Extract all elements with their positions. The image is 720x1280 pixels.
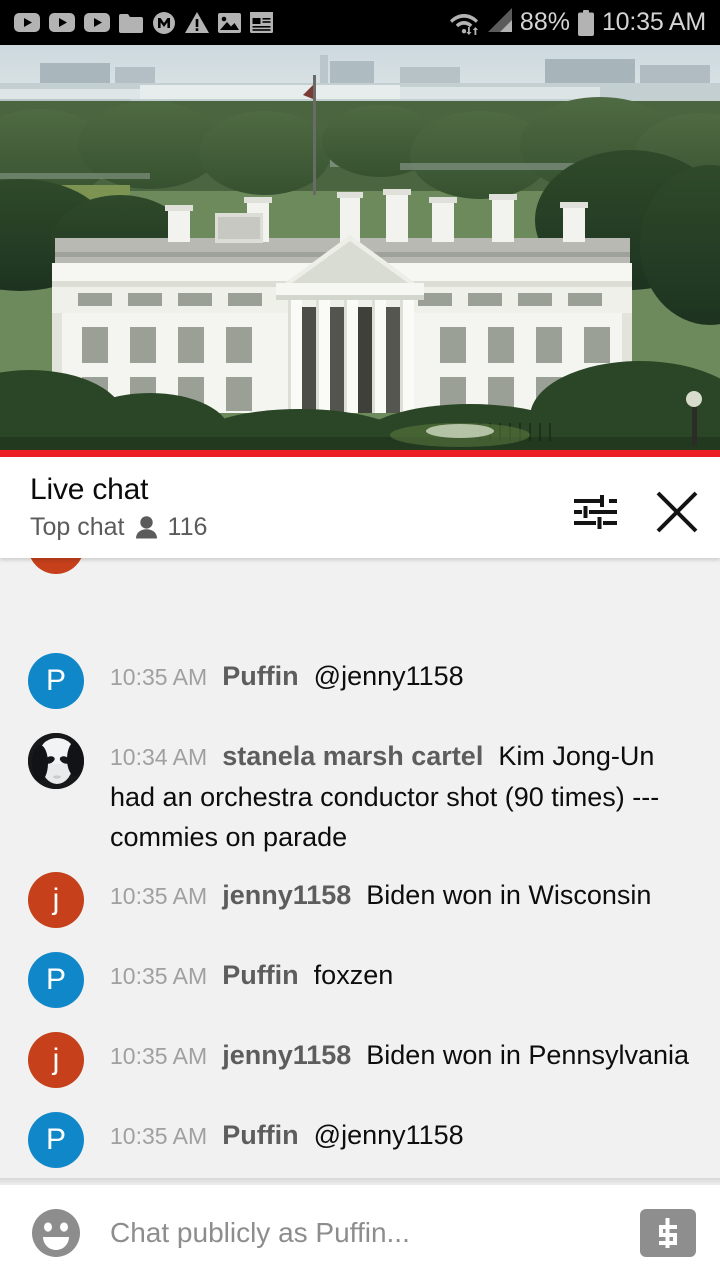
status-bar: 88% 10:35 AM [0,0,720,45]
live-chat-titles: Live chat Top chat 116 [30,471,572,542]
avatar[interactable]: P [28,952,84,1008]
list-item[interactable]: P 10:35 AM Puffin @jenny1158 [0,1097,720,1177]
wifi-transfer-icon [449,10,480,35]
avatar[interactable]: P [28,653,84,709]
emoji-smiley-icon[interactable] [28,1205,84,1261]
tune-icon[interactable] [572,492,618,532]
message-timestamp: 10:35 AM [110,1043,208,1069]
avatar[interactable]: j [28,872,84,928]
chat-mode-row[interactable]: Top chat 116 [30,512,572,542]
message-username[interactable]: Puffin [222,960,298,990]
chat-message-list[interactable]: P 10:35 AM Puffin @jenny1158 10:34 AM st… [0,558,720,1185]
youtube-play-icon [14,13,40,32]
dollar-sign-icon[interactable] [640,1209,696,1257]
message-body: 10:35 AM Puffin foxzen [84,951,702,996]
message-username[interactable]: stanela marsh cartel [222,741,483,771]
m-circle-icon [152,11,176,35]
avatar[interactable]: j [28,1032,84,1088]
folder-icon [119,13,143,33]
status-bar-notification-icons [14,11,273,35]
message-username[interactable]: Puffin [222,1120,298,1150]
clock-label: 10:35 AM [601,8,706,36]
status-bar-system-icons: 88% 10:35 AM [449,8,706,37]
chat-input-bar [0,1186,720,1280]
cell-signal-icon [487,8,512,37]
white-house-scene [0,45,720,450]
message-body: 10:35 AM jenny1158 Biden won in Pennsylvan… [84,1031,702,1076]
list-item[interactable]: P 10:35 AM Puffin @jenny1158 [0,638,720,718]
message-timestamp: 10:35 AM [110,1123,208,1149]
person-icon [135,515,157,539]
message-timestamp: 10:35 AM [110,883,208,909]
image-icon [218,12,241,33]
message-timestamp: 10:35 AM [110,963,208,989]
list-item[interactable]: P 10:35 AM Puffin foxzen [0,937,720,1017]
message-body: 10:35 AM Puffin @jenny1158 [84,652,702,697]
list-item[interactable]: j 10:35 AM jenny1158 Biden won in Pennsylv… [0,1017,720,1097]
battery-icon [577,9,594,36]
list-item[interactable]: j 10:35 AM jenny1158 Biden won in Wisconsi… [0,857,720,937]
youtube-live-chat-screen: 88% 10:35 AM Live chat Top chat 116 P 10… [0,0,720,1280]
chat-list-bottom-shadow [0,1178,720,1186]
close-icon[interactable] [654,489,700,535]
list-item[interactable] [0,558,720,638]
alien-face-avatar[interactable] [28,733,84,789]
list-item[interactable]: 10:34 AM stanela marsh cartel Kim Jong-Un … [0,718,720,857]
video-player[interactable] [0,45,720,450]
live-chat-header-actions [572,471,700,535]
live-chat-header: Live chat Top chat 116 [0,457,720,558]
video-progress-bar[interactable] [0,450,720,457]
message-timestamp: 10:35 AM [110,664,208,690]
page-title: Live chat [30,473,149,506]
youtube-play-icon [84,13,110,32]
message-body: 10:34 AM stanela marsh cartel Kim Jong-Un … [84,732,702,857]
avatar[interactable]: P [28,1112,84,1168]
message-text: Biden won in Wisconsin [366,880,652,910]
search-input[interactable] [84,1217,640,1249]
message-body: 10:35 AM jenny1158 Biden won in Wisconsin [84,871,702,916]
chat-mode-label[interactable]: Top chat [30,512,125,542]
message-text: @jenny1158 [313,1120,464,1150]
message-username[interactable]: jenny1158 [222,1040,351,1070]
message-text: Biden won in Pennsylvania [366,1040,689,1070]
message-body: 10:35 AM Puffin @jenny1158 [84,1111,702,1156]
message-username[interactable]: Puffin [222,661,298,691]
youtube-play-icon [49,13,75,32]
message-text: foxzen [313,960,394,990]
viewer-count-label: 116 [167,513,208,541]
message-username[interactable]: jenny1158 [222,880,351,910]
avatar[interactable] [28,558,84,574]
battery-percent-label: 88% [519,8,570,36]
message-timestamp: 10:34 AM [110,744,208,770]
message-text: @jenny1158 [313,661,464,691]
warning-triangle-icon [185,12,209,33]
news-icon [250,12,273,33]
